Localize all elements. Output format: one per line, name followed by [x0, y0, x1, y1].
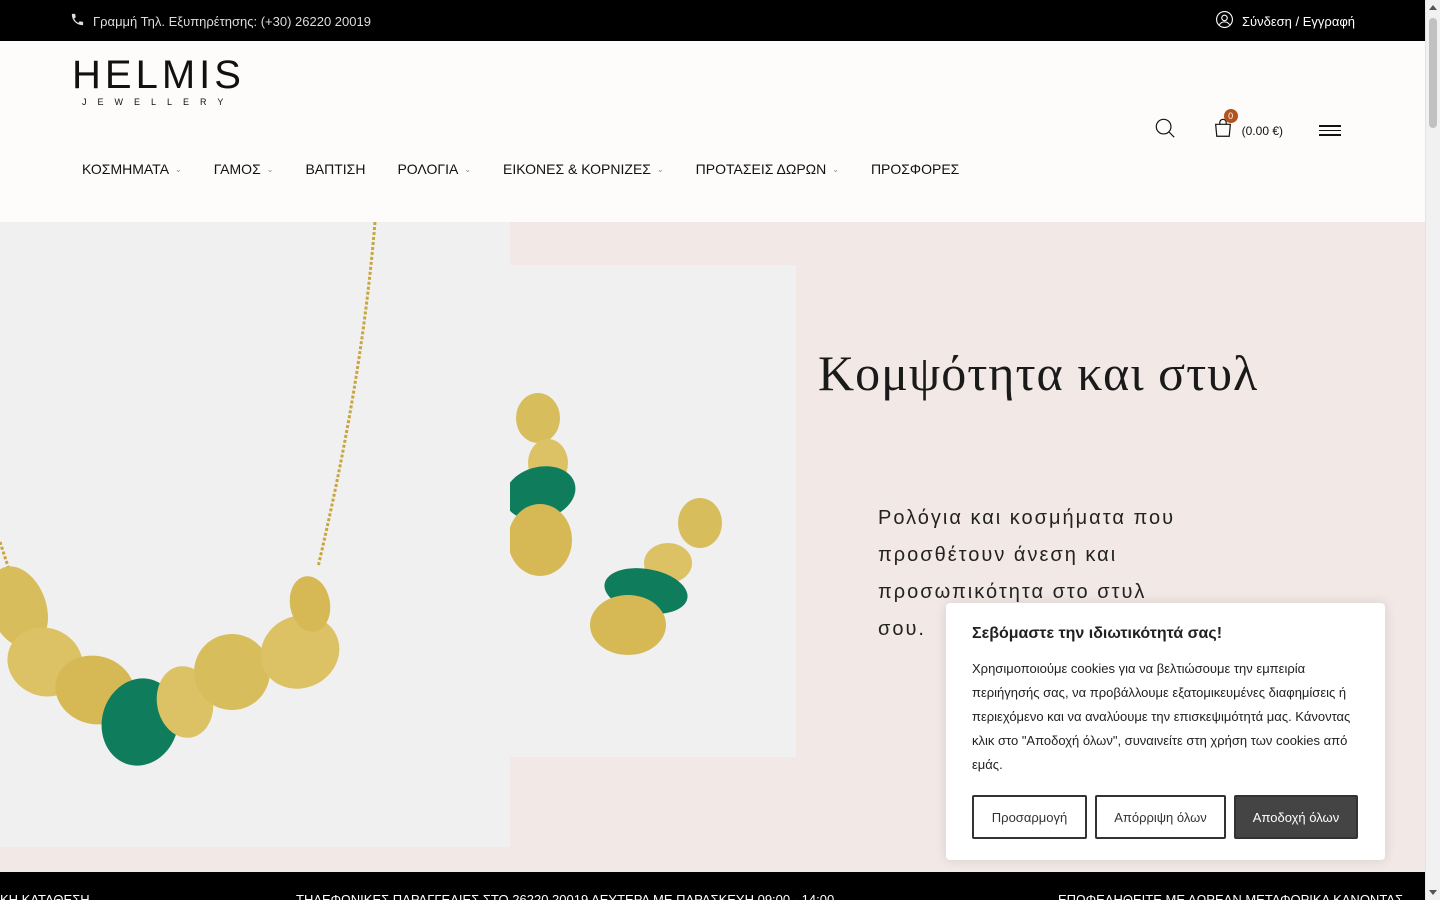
nav-item-icons-frames[interactable]: ΕΙΚΟΝΕΣ & ΚΟΡΝΙΖΕΣ ⌄ — [503, 161, 664, 177]
nav-item-label: ΡΟΛΟΓΙΑ — [397, 161, 459, 177]
hero-title: Κομψότητα και στυλ — [818, 345, 1259, 401]
necklace-image — [0, 222, 510, 847]
cookie-accept-all-button[interactable]: Αποδοχή όλων — [1234, 795, 1358, 839]
nav-item-label: ΓΑΜΟΣ — [213, 161, 261, 177]
logo-sub-text: JEWELLERY — [82, 97, 235, 107]
cookie-body: Χρησιμοποιούμε cookies για να βελτιώσουμ… — [972, 661, 1351, 772]
nav-item-jewellery[interactable]: ΚΟΣΜΗΜΑΤΑ ⌄ — [82, 161, 182, 177]
user-icon — [1215, 10, 1234, 32]
nav-item-label: ΒΑΠΤΙΣΗ — [305, 161, 366, 177]
cookie-buttons: Προσαρμογή Απόρριψη όλων Αποδοχή όλων — [972, 795, 1358, 839]
scroll-down-arrow-icon[interactable] — [1429, 890, 1437, 895]
main-nav: ΚΟΣΜΗΜΑΤΑ ⌄ ΓΑΜΟΣ ⌄ ΒΑΠΤΙΣΗ ΡΟΛΟΓΙΑ ⌄ ΕΙ… — [82, 161, 991, 177]
chevron-down-icon: ⌄ — [175, 164, 182, 174]
earrings-image — [504, 265, 796, 757]
scroll-up-arrow-icon[interactable] — [1429, 5, 1437, 10]
cookie-reject-all-button[interactable]: Απόρριψη όλων — [1095, 795, 1226, 839]
cookie-title: Σεβόμαστε την ιδιωτικότητά σας! — [972, 625, 1223, 642]
announcement-item: ΚΗ ΚΑΤΑΘΕΣΗ — [0, 892, 90, 900]
nav-item-label: ΠΡΟΤΑΣΕΙΣ ΔΩΡΩΝ — [695, 161, 827, 177]
nav-item-baptism[interactable]: ΒΑΠΤΙΣΗ — [305, 161, 365, 177]
cart-count-badge: 0 — [1223, 109, 1238, 123]
phone-icon — [70, 12, 85, 30]
scrollbar-thumb[interactable] — [1429, 18, 1437, 128]
announcement-item: ΤΗΛΕΦΩΝΙΚΕΣ ΠΑΡΑΓΓΕΛΙΕΣ ΣΤΟ 26220 20019 … — [296, 892, 835, 900]
top-bar: Γραμμή Τηλ. Εξυπηρέτησης: (+30) 26220 20… — [0, 0, 1425, 41]
search-icon[interactable] — [1154, 117, 1176, 144]
cookie-customize-button[interactable]: Προσαρμογή — [972, 795, 1087, 839]
hamburger-menu-icon[interactable] — [1319, 122, 1341, 139]
chevron-down-icon: ⌄ — [464, 164, 472, 174]
chevron-down-icon: ⌄ — [832, 164, 839, 174]
nav-item-label: ΚΟΣΜΗΜΑΤΑ — [82, 161, 170, 177]
header-actions: 0 (0.00 €) — [1154, 109, 1341, 144]
page-scrollbar[interactable] — [1425, 0, 1440, 900]
cookie-consent-banner: Σεβόμαστε την ιδιωτικότητά σας! Χρησιμοπ… — [946, 603, 1385, 860]
logo-main-text: HELMIS — [72, 53, 245, 97]
nav-item-offers[interactable]: ΠΡΟΣΦΟΡΕΣ — [871, 161, 959, 177]
login-register-link[interactable]: Σύνδεση / Εγγραφή — [1215, 10, 1355, 32]
chevron-down-icon: ⌄ — [656, 164, 664, 174]
announcement-item: ΕΠΩΦΕΛΗΘΕΙΤΕ ΜΕ ΔΩΡΕΑΝ ΜΕΤΑΦΟΡΙΚΑ ΚΑΝΟΝΤ… — [1058, 892, 1404, 900]
nav-item-label: ΕΙΚΟΝΕΣ & ΚΟΡΝΙΖΕΣ — [503, 161, 651, 177]
nav-item-label: ΠΡΟΣΦΟΡΕΣ — [870, 161, 960, 177]
cart-total: (0.00 €) — [1241, 123, 1283, 138]
chevron-down-icon: ⌄ — [266, 164, 274, 174]
support-phone-text: Γραμμή Τηλ. Εξυπηρέτησης: (+30) 26220 20… — [93, 13, 371, 29]
nav-item-gift-ideas[interactable]: ΠΡΟΤΑΣΕΙΣ ΔΩΡΩΝ ⌄ — [696, 161, 839, 177]
site-header: HELMIS JEWELLERY 0 (0.00 €) ΚΟΣΜΗΜΑΤΑ ⌄ … — [0, 41, 1425, 222]
support-phone[interactable]: Γραμμή Τηλ. Εξυπηρέτησης: (+30) 26220 20… — [70, 12, 371, 30]
login-register-label: Σύνδεση / Εγγραφή — [1241, 13, 1355, 29]
site-logo[interactable]: HELMIS JEWELLERY — [72, 55, 245, 107]
cart-button[interactable]: 0 (0.00 €) — [1212, 109, 1283, 144]
nav-item-watches[interactable]: ΡΟΛΟΓΙΑ ⌄ — [397, 161, 471, 177]
nav-item-wedding[interactable]: ΓΑΜΟΣ ⌄ — [214, 161, 274, 177]
announcement-strip: ΚΗ ΚΑΤΑΘΕΣΗ ΤΗΛΕΦΩΝΙΚΕΣ ΠΑΡΑΓΓΕΛΙΕΣ ΣΤΟ … — [0, 872, 1425, 900]
